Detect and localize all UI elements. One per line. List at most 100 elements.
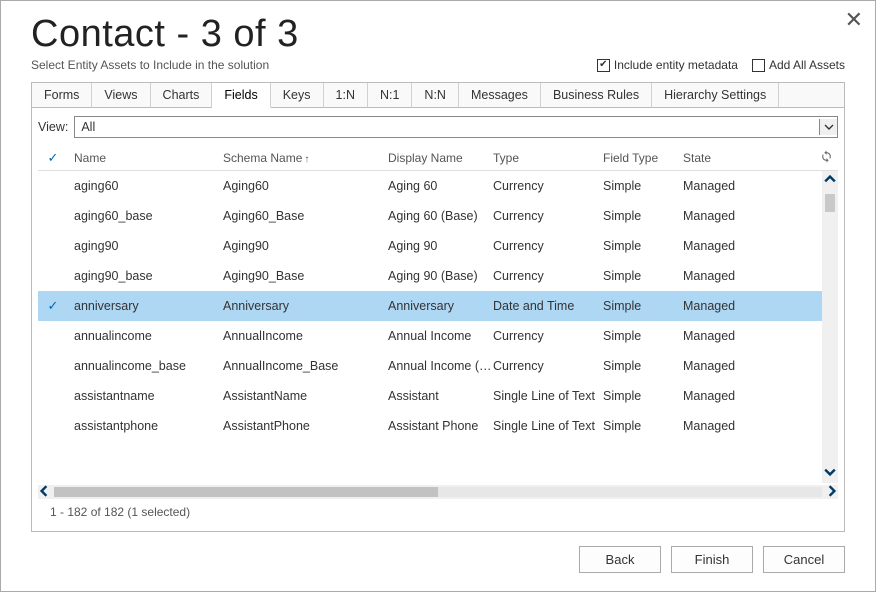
cell-type: Currency — [493, 269, 603, 283]
cell-name: aging60 — [68, 179, 223, 193]
scroll-right-icon[interactable] — [826, 485, 838, 500]
cell-name: annualincome_base — [68, 359, 223, 373]
grid: ✓ Name Schema Name↑ Display Name Type Fi… — [38, 146, 838, 521]
cell-schema: AnnualIncome — [223, 329, 388, 343]
table-row[interactable]: aging90Aging90Aging 90CurrencySimpleMana… — [38, 231, 822, 261]
cell-field-type: Simple — [603, 419, 683, 433]
cell-display: Aging 60 — [388, 179, 493, 193]
checkbox-icon: ✔ — [597, 59, 610, 72]
table-row[interactable]: assistantnameAssistantNameAssistantSingl… — [38, 381, 822, 411]
cell-state: Managed — [683, 179, 773, 193]
header-options: ✔ Include entity metadata Add All Assets — [597, 58, 845, 72]
scroll-track[interactable] — [825, 188, 835, 466]
column-name[interactable]: Name — [68, 151, 223, 165]
column-display[interactable]: Display Name — [388, 151, 493, 165]
table-row[interactable]: aging60Aging60Aging 60CurrencySimpleMana… — [38, 171, 822, 201]
tab-n-1[interactable]: N:1 — [368, 83, 412, 108]
cell-display: Annual Income — [388, 329, 493, 343]
scroll-up-icon[interactable] — [824, 173, 836, 188]
cell-schema: AnnualIncome_Base — [223, 359, 388, 373]
cell-field-type: Simple — [603, 359, 683, 373]
cell-display: Assistant — [388, 389, 493, 403]
cell-state: Managed — [683, 269, 773, 283]
include-metadata-label: Include entity metadata — [614, 58, 738, 72]
table-row[interactable]: annualincome_baseAnnualIncome_BaseAnnual… — [38, 351, 822, 381]
grid-header: ✓ Name Schema Name↑ Display Name Type Fi… — [38, 146, 838, 171]
cell-schema: Aging60_Base — [223, 209, 388, 223]
cell-schema: Aging60 — [223, 179, 388, 193]
cell-field-type: Simple — [603, 329, 683, 343]
cell-name: anniversary — [68, 299, 223, 313]
column-schema[interactable]: Schema Name↑ — [223, 151, 388, 165]
cell-type: Currency — [493, 359, 603, 373]
cell-field-type: Simple — [603, 269, 683, 283]
view-select[interactable]: All — [74, 116, 838, 138]
scroll-thumb[interactable] — [825, 194, 835, 212]
cell-field-type: Simple — [603, 389, 683, 403]
page-title: Contact - 3 of 3 — [31, 13, 845, 56]
table-row[interactable]: ✓anniversaryAnniversaryAnniversaryDate a… — [38, 291, 822, 321]
subtitle-row: Select Entity Assets to Include in the s… — [31, 58, 845, 72]
cell-display: Aging 90 (Base) — [388, 269, 493, 283]
cell-type: Currency — [493, 209, 603, 223]
cell-name: assistantphone — [68, 419, 223, 433]
tab-1-n[interactable]: 1:N — [324, 83, 368, 108]
cell-field-type: Simple — [603, 299, 683, 313]
cell-state: Managed — [683, 239, 773, 253]
column-field-type[interactable]: Field Type — [603, 151, 683, 165]
vertical-scrollbar[interactable] — [822, 171, 838, 483]
table-row[interactable]: assistantphoneAssistantPhoneAssistant Ph… — [38, 411, 822, 441]
horizontal-scrollbar[interactable] — [38, 485, 838, 499]
back-button[interactable]: Back — [579, 546, 661, 573]
add-all-assets-label: Add All Assets — [769, 58, 845, 72]
cell-name: aging60_base — [68, 209, 223, 223]
tab-n-n[interactable]: N:N — [412, 83, 459, 108]
table-row[interactable]: aging60_baseAging60_BaseAging 60 (Base)C… — [38, 201, 822, 231]
cell-type: Currency — [493, 329, 603, 343]
tab-keys[interactable]: Keys — [271, 83, 324, 108]
tab-charts[interactable]: Charts — [151, 83, 213, 108]
cell-state: Managed — [683, 359, 773, 373]
tab-business-rules[interactable]: Business Rules — [541, 83, 652, 108]
select-all-checkbox[interactable]: ✓ — [38, 150, 68, 166]
scroll-thumb[interactable] — [54, 487, 438, 497]
table-row[interactable]: aging90_baseAging90_BaseAging 90 (Base)C… — [38, 261, 822, 291]
chevron-down-icon[interactable] — [819, 119, 837, 135]
tab-fields[interactable]: Fields — [212, 83, 270, 108]
status-text: 1 - 182 of 182 (1 selected) — [38, 499, 838, 521]
table-row[interactable]: annualincomeAnnualIncomeAnnual IncomeCur… — [38, 321, 822, 351]
view-label: View: — [38, 120, 68, 134]
cell-type: Single Line of Text — [493, 389, 603, 403]
column-type[interactable]: Type — [493, 151, 603, 165]
cell-schema: AssistantName — [223, 389, 388, 403]
cell-state: Managed — [683, 299, 773, 313]
cell-schema: AssistantPhone — [223, 419, 388, 433]
row-check[interactable]: ✓ — [38, 298, 68, 314]
add-all-assets-checkbox[interactable]: Add All Assets — [752, 58, 845, 72]
tabs-filler — [779, 83, 844, 108]
tab-hierarchy-settings[interactable]: Hierarchy Settings — [652, 83, 779, 108]
cell-type: Single Line of Text — [493, 419, 603, 433]
tab-forms[interactable]: Forms — [32, 83, 92, 108]
tab-strip: FormsViewsChartsFieldsKeys1:NN:1N:NMessa… — [31, 82, 845, 108]
grid-body: aging60Aging60Aging 60CurrencySimpleMana… — [38, 171, 838, 483]
cell-display: Annual Income (… — [388, 359, 493, 373]
cell-type: Date and Time — [493, 299, 603, 313]
cell-field-type: Simple — [603, 179, 683, 193]
close-icon[interactable]: ✕ — [845, 9, 863, 31]
tab-views[interactable]: Views — [92, 83, 150, 108]
include-metadata-checkbox[interactable]: ✔ Include entity metadata — [597, 58, 738, 72]
cell-state: Managed — [683, 329, 773, 343]
sort-asc-icon: ↑ — [304, 154, 309, 165]
dialog-window: ✕ Contact - 3 of 3 Select Entity Assets … — [0, 0, 876, 592]
tab-messages[interactable]: Messages — [459, 83, 541, 108]
scroll-track[interactable] — [54, 487, 822, 497]
cell-state: Managed — [683, 419, 773, 433]
refresh-icon[interactable] — [814, 150, 838, 166]
scroll-down-icon[interactable] — [824, 466, 836, 481]
finish-button[interactable]: Finish — [671, 546, 753, 573]
cell-name: aging90 — [68, 239, 223, 253]
column-state[interactable]: State — [683, 151, 773, 165]
cancel-button[interactable]: Cancel — [763, 546, 845, 573]
scroll-left-icon[interactable] — [38, 485, 50, 500]
